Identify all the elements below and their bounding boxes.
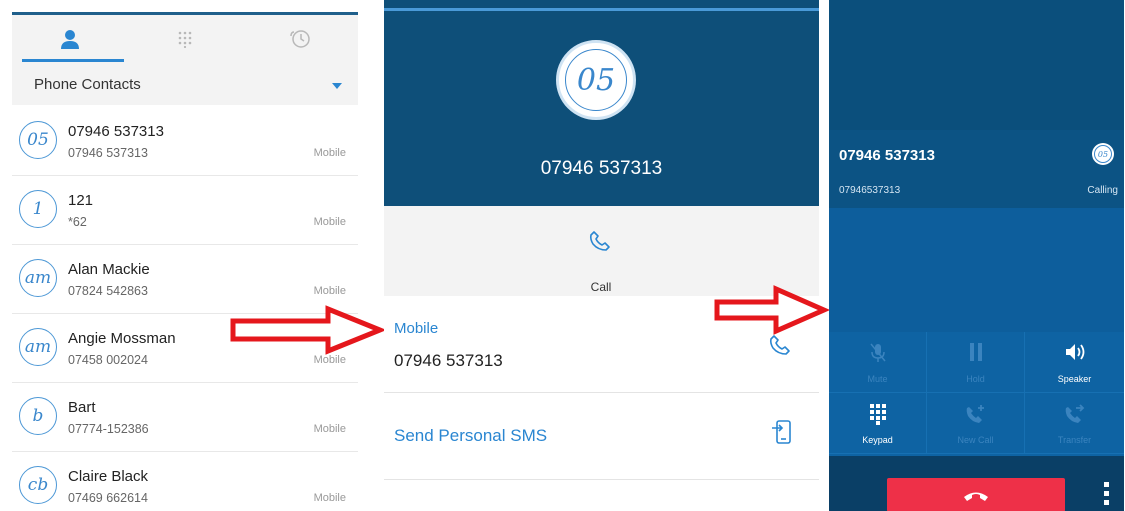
arrow-right-icon [714,285,829,335]
contact-source-label: Phone Contacts [34,76,141,93]
chevron-down-icon [332,83,342,89]
arrow-right-icon [230,305,385,355]
contact-name: Alan Mackie [68,261,150,278]
dialpad-icon [178,31,191,48]
call-background-top [829,0,1124,130]
new-call-button[interactable]: New Call [927,393,1025,454]
hang-up-icon [964,492,988,501]
keypad-button[interactable]: Keypad [829,393,927,454]
tab-dialpad[interactable] [127,15,242,63]
avatar: am [19,259,57,297]
contact-number-type: Mobile [313,285,346,297]
avatar: 05 [19,121,57,159]
avatar: am [19,328,57,366]
contact-source-selector[interactable]: Phone Contacts [12,63,358,105]
send-sms-label: Send Personal SMS [394,426,548,445]
contact-number-type: Mobile [313,492,346,504]
avatar: 1 [19,190,57,228]
caller-avatar: 05 [1092,143,1114,165]
active-tab-indicator [22,59,124,62]
phone-icon[interactable] [769,334,791,356]
caller-name: 07946 537313 [839,147,935,164]
history-icon [290,30,310,48]
call-info-bar: 07946 537313 05 07946537313 Calling [829,130,1124,208]
contact-number-type: Mobile [313,423,346,435]
top-accent-line [384,8,819,11]
caller-avatar-initials: 05 [1094,145,1112,163]
keypad-icon [869,404,886,425]
speaker-icon [1065,344,1084,360]
call-label: Call [590,280,612,294]
contact-row[interactable]: cb Claire Black 07469 662614 Mobile [12,452,358,511]
add-call-icon [966,405,984,423]
call-action-area: Call [384,206,819,296]
contact-name: Bart [68,399,96,416]
tab-contacts[interactable] [12,15,127,63]
tab-bar [12,15,358,63]
contact-avatar: 05 [556,40,636,120]
caller-number: 07946537313 [839,185,901,196]
contact-row[interactable]: b Bart 07774-152386 Mobile [12,383,358,452]
calling-screen: 07946 537313 05 07946537313 Calling Mute [829,0,1124,511]
send-sms-row[interactable]: Send Personal SMS [384,393,819,480]
more-options-icon[interactable] [1104,482,1110,509]
mute-label: Mute [867,374,888,384]
contact-header: 05 07946 537313 [384,0,819,206]
avatar: b [19,397,57,435]
contact-number: 07824 542863 [68,284,148,298]
hold-label: Hold [966,374,985,384]
sms-device-icon [772,420,791,444]
phone-icon [589,231,610,251]
contacts-screen: Phone Contacts 05 07946 537313 07946 537… [12,0,358,511]
end-call-button[interactable] [887,478,1065,511]
new-call-label: New Call [957,435,994,445]
keypad-label: Keypad [862,435,893,445]
mobile-label: Mobile [394,320,439,337]
speaker-label: Speaker [1057,374,1092,384]
contact-row[interactable]: am Alan Mackie 07824 542863 Mobile [12,245,358,314]
contact-name: Claire Black [68,468,149,485]
contact-number: *62 [68,215,87,229]
contact-number: 07774-152386 [68,422,149,436]
contact-number: 07469 662614 [68,491,148,505]
avatar-initials: 05 [565,49,627,111]
transfer-label: Transfer [1057,435,1092,445]
speaker-button[interactable]: Speaker [1025,332,1124,393]
call-button[interactable]: Call [561,224,641,294]
mic-off-icon [869,343,886,362]
contact-name: 121 [68,192,94,209]
call-status: Calling [1087,185,1118,196]
mobile-number: 07946 537313 [394,351,503,370]
contact-row[interactable]: 05 07946 537313 07946 537313 Mobile [12,107,358,176]
contact-title: 07946 537313 [540,158,663,179]
hold-button[interactable]: Hold [927,332,1025,393]
call-background-middle [829,208,1124,332]
contact-name: Angie Mossman [68,330,176,347]
contact-number-type: Mobile [313,216,346,228]
tab-history[interactable] [242,15,358,63]
call-controls: Mute Hold Speaker Keypad New Call Transf… [829,332,1124,456]
call-bottom-bar [829,456,1124,511]
contact-detail-screen: 05 07946 537313 Call Mobile 07946 537313… [384,0,819,511]
transfer-button[interactable]: Transfer [1025,393,1124,454]
transfer-icon [1065,404,1084,423]
person-icon [60,30,79,49]
contact-row[interactable]: 1 121 *62 Mobile [12,176,358,245]
pause-icon [969,343,982,361]
contact-number-type: Mobile [313,147,346,159]
contact-number-type: Mobile [313,354,346,366]
contact-number: 07946 537313 [68,146,148,160]
contact-number: 07458 002024 [68,353,148,367]
avatar: cb [19,466,57,504]
mute-button[interactable]: Mute [829,332,927,393]
contact-name: 07946 537313 [68,123,164,140]
